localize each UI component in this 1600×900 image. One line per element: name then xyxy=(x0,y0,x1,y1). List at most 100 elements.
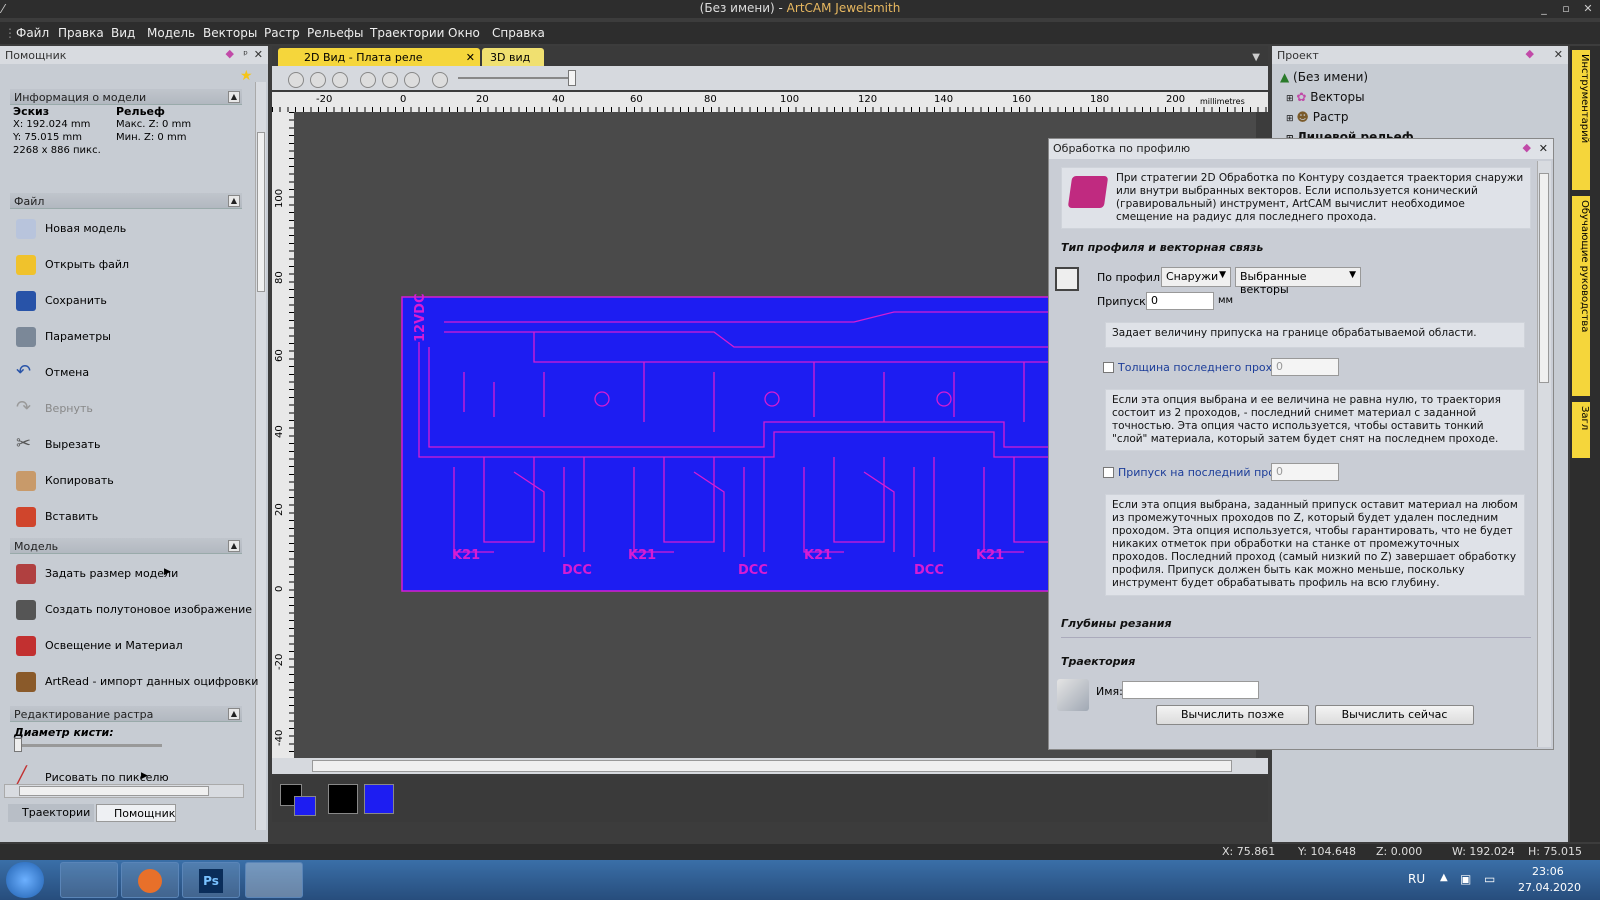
tray-monitor-icon[interactable]: ▭ xyxy=(1484,872,1495,886)
pcb-voltage-label: 12VDC xyxy=(413,294,428,342)
clock-time[interactable]: 23:06 xyxy=(1532,865,1564,878)
zoom-model-icon[interactable] xyxy=(382,72,398,88)
file-header[interactable]: Файл ▲ xyxy=(10,193,242,209)
tree-item-vectors[interactable]: ⊞ ✿ Векторы xyxy=(1286,90,1365,104)
collapse-icon[interactable]: ▲ xyxy=(228,708,240,720)
tab-assistant[interactable]: Помощник xyxy=(96,804,176,822)
relief-label: Рельеф xyxy=(116,105,165,118)
taskbar-artcam-icon[interactable] xyxy=(245,862,303,898)
view-options-icon[interactable] xyxy=(432,72,448,88)
dialog-scrollbar[interactable] xyxy=(1537,161,1551,747)
profile-label: По профилю xyxy=(1097,271,1170,284)
pcb-relay-label: K21 xyxy=(452,548,480,563)
tray-network-icon[interactable]: ▣ xyxy=(1460,872,1471,886)
taskbar-photoshop-icon[interactable]: Ps xyxy=(182,862,240,898)
panel-close-icon[interactable]: ✕ xyxy=(254,48,263,61)
zoom-out-icon[interactable] xyxy=(310,72,326,88)
taskbar-notepad-icon[interactable] xyxy=(60,862,118,898)
tab-close-icon[interactable]: ✕ xyxy=(466,51,475,64)
tab-dropdown-icon[interactable]: ▼ xyxy=(1252,52,1260,63)
clock-date[interactable]: 27.04.2020 xyxy=(1518,881,1581,894)
close-button[interactable]: ✕ xyxy=(1578,2,1598,16)
tree-item-raster[interactable]: ⊞ ☻ Растр xyxy=(1286,110,1349,124)
menu-vectors[interactable]: Векторы xyxy=(203,26,257,40)
taskbar-firefox-icon[interactable] xyxy=(121,862,179,898)
tab-toolpaths[interactable]: Траектории xyxy=(8,804,94,822)
collapse-icon[interactable]: ▲ xyxy=(228,540,240,552)
model-pixels: 2268 x 886 пикс. xyxy=(13,145,101,156)
dock-icon[interactable]: ᵖ xyxy=(243,48,248,61)
calculate-later-button[interactable]: Вычислить позже xyxy=(1156,705,1309,725)
dialog-close-icon[interactable]: ✕ xyxy=(1539,142,1548,155)
left-hscrollbar[interactable] xyxy=(4,784,244,798)
left-scrollbar[interactable] xyxy=(255,82,266,830)
tab-2d-view[interactable]: 2D Вид - Плата реле стрелок✕ xyxy=(278,48,480,77)
pin-icon[interactable]: ◆ xyxy=(226,47,234,60)
last-allowance-checkbox[interactable] xyxy=(1103,467,1114,478)
tab-placeholder[interactable]: Загл xyxy=(1572,402,1590,458)
tree-item-relief[interactable]: ⊞ Лицевой рельеф xyxy=(1286,130,1414,138)
pcb-relay-label: K21 xyxy=(976,548,1004,563)
last-pass-label[interactable]: Толщина последнего прохода xyxy=(1118,361,1293,374)
input-language[interactable]: RU xyxy=(1408,872,1425,886)
vector-selection-select[interactable]: Выбранные векторы ▼ xyxy=(1235,267,1361,296)
menu-file[interactable]: Файл xyxy=(16,26,49,40)
menu-edit[interactable]: Правка xyxy=(58,26,104,40)
collapse-icon[interactable]: ▲ xyxy=(228,195,240,207)
model-header[interactable]: Модель ▲ xyxy=(10,538,242,554)
pin-icon[interactable]: ◆ xyxy=(1523,141,1531,154)
zoom-in-icon[interactable] xyxy=(288,72,304,88)
tab-tutorials[interactable]: Обучающие руководства xyxy=(1572,196,1590,396)
zoom-all-icon[interactable] xyxy=(404,72,420,88)
scissors-icon: ✂ xyxy=(16,433,32,454)
zoom-slider-thumb[interactable] xyxy=(568,70,576,86)
tray-expand-icon[interactable]: ▲ xyxy=(1440,872,1448,883)
tab-3d-view[interactable]: 3D вид xyxy=(482,48,544,68)
menu-view[interactable]: Вид xyxy=(111,26,135,40)
zoom-previous-icon[interactable] xyxy=(332,72,348,88)
collapse-icon[interactable]: ▲ xyxy=(228,91,240,103)
last-allowance-input[interactable]: 0 xyxy=(1271,463,1339,481)
model-info-header[interactable]: Информация о модели ▲ xyxy=(10,89,242,105)
favorite-star-icon[interactable]: ★ xyxy=(240,68,253,84)
brush-slider[interactable] xyxy=(14,738,162,752)
menu-toolpaths[interactable]: Траектории xyxy=(370,26,444,40)
start-button-icon[interactable] xyxy=(6,862,44,898)
allowance-input[interactable]: 0 xyxy=(1146,292,1214,310)
menu-window[interactable]: Окно xyxy=(448,26,480,40)
palette-black[interactable] xyxy=(328,784,358,814)
assistant-panel: Помощник ◆ ᵖ ✕ ★ Информация о модели ▲ Эс… xyxy=(0,46,268,842)
last-pass-checkbox[interactable] xyxy=(1103,362,1114,373)
menu-help[interactable]: Справка xyxy=(492,26,545,40)
window-title: (Без имени) - xyxy=(699,1,787,15)
slider-thumb[interactable] xyxy=(14,738,22,752)
last-pass-note: Если эта опция выбрана и ее величина не … xyxy=(1105,389,1525,451)
secondary-color-swatch[interactable] xyxy=(294,796,316,816)
last-allowance-label[interactable]: Припуск на последний проход xyxy=(1118,466,1296,479)
maximize-button[interactable]: ▫ xyxy=(1556,2,1576,16)
pin-icon[interactable]: ◆ xyxy=(1526,47,1534,60)
zoom-slider[interactable] xyxy=(458,70,576,86)
dropdown-arrow-icon: ▼ xyxy=(1219,270,1226,280)
menu-reliefs[interactable]: Рельефы xyxy=(307,26,363,40)
pcb-dcc-label: DCC xyxy=(914,563,944,578)
minimize-button[interactable]: _ xyxy=(1534,2,1554,16)
tab-toolbox[interactable]: Инструментарий xyxy=(1572,50,1590,190)
tree-root[interactable]: ▲ (Без имени) xyxy=(1280,70,1368,84)
palette-blue[interactable] xyxy=(364,784,394,814)
clipboard-icon xyxy=(16,507,36,527)
calculate-now-button[interactable]: Вычислить сейчас xyxy=(1315,705,1474,725)
cut-depths-heading[interactable]: Глубины резания xyxy=(1061,617,1172,630)
menu-raster[interactable]: Растр xyxy=(264,26,300,40)
canvas-hscrollbar[interactable] xyxy=(272,758,1268,774)
toolpath-name-input[interactable] xyxy=(1122,681,1259,699)
profile-side-select[interactable]: Снаружи ▼ xyxy=(1161,267,1231,287)
raster-edit-header[interactable]: Редактирование растра ▲ xyxy=(10,706,242,722)
status-h: H: 75.015 xyxy=(1528,845,1582,858)
last-pass-input[interactable]: 0 xyxy=(1271,358,1339,376)
toolpath-heading[interactable]: Траектория xyxy=(1061,655,1135,668)
panel-close-icon[interactable]: ✕ xyxy=(1554,48,1563,61)
zoom-fit-icon[interactable] xyxy=(360,72,376,88)
menu-bar: ⋮ Файл Правка Вид Модель Векторы Растр Р… xyxy=(0,22,1600,44)
menu-model[interactable]: Модель xyxy=(147,26,195,40)
